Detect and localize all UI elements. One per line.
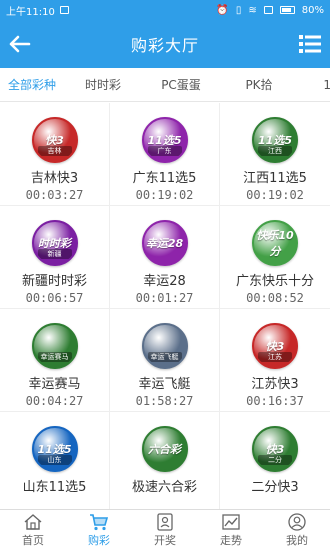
- lottery-item[interactable]: 幸运28 幸运28 00:01:27: [110, 206, 220, 309]
- lottery-name: 广东11选5: [132, 171, 197, 186]
- nav-home[interactable]: 首页: [0, 510, 66, 550]
- lottery-logo-region: 二分: [258, 455, 292, 465]
- lottery-logo-icon: 快3 二分: [252, 426, 298, 472]
- back-arrow-icon: [9, 35, 31, 53]
- lottery-name: 江苏快3: [251, 377, 299, 392]
- lottery-countdown: 00:06:57: [25, 291, 84, 305]
- lottery-logo-icon: 11选5 广东: [141, 117, 188, 163]
- lottery-item[interactable]: 幸运赛马 幸运赛马 00:04:27: [0, 309, 110, 412]
- tab-pc-dandan[interactable]: PC蛋蛋: [142, 68, 220, 101]
- lottery-logo-icon: 11选5 江西: [252, 117, 298, 163]
- lottery-logo-icon: 幸运28: [141, 220, 188, 266]
- lottery-logo-icon: 快3 江苏: [252, 323, 298, 369]
- lottery-item[interactable]: 时时彩 新疆新疆时时彩 00:06:57: [0, 206, 110, 309]
- notification-icon: [59, 6, 69, 14]
- nav-buy[interactable]: 购彩: [66, 510, 132, 550]
- cart-icon: [90, 513, 109, 530]
- tab-all[interactable]: 全部彩种: [0, 68, 64, 101]
- lottery-name: 新疆时时彩: [21, 274, 87, 289]
- lottery-logo-region: 江苏: [258, 352, 292, 362]
- lottery-logo-text: 幸运28: [145, 237, 184, 250]
- lottery-name: 江西11选5: [243, 171, 307, 186]
- menu-button[interactable]: [290, 20, 330, 68]
- wifi-icon: ≋: [248, 4, 257, 16]
- lottery-countdown: 00:03:27: [25, 188, 84, 202]
- lottery-logo-icon: 六合彩: [141, 426, 188, 472]
- vibrate-icon: ▯: [235, 4, 242, 16]
- lottery-item[interactable]: 幸运飞艇 幸运飞艇 01:58:27: [110, 309, 220, 412]
- lottery-countdown: 00:19:02: [246, 188, 304, 202]
- lottery-logo-region: 江西: [258, 146, 292, 156]
- lottery-name: 二分快3: [251, 480, 299, 495]
- lottery-logo-text: 六合彩: [148, 443, 181, 456]
- result-icon: [157, 512, 173, 531]
- battery-level: 80%: [301, 4, 324, 16]
- lottery-countdown: 00:16:37: [246, 394, 304, 408]
- lottery-item[interactable]: 快3 江苏江苏快3 00:16:37: [220, 309, 330, 412]
- lottery-logo-region: 幸运飞艇: [147, 352, 182, 362]
- lottery-item[interactable]: 11选5 山东山东11选5: [0, 412, 110, 509]
- nav-trend[interactable]: 走势: [198, 510, 264, 550]
- lottery-item[interactable]: 快乐10分广东快乐十分 00:08:52: [220, 206, 330, 309]
- lottery-item[interactable]: 11选5 江西江西11选5 00:19:02: [220, 103, 330, 206]
- nav-home-label: 首页: [22, 533, 44, 547]
- lottery-name: 幸运28: [143, 274, 186, 289]
- user-icon: [288, 512, 306, 531]
- lottery-item[interactable]: 快3 二分二分快3: [220, 412, 330, 509]
- lottery-grid: 快3 吉林 吉林快3 00:03:27 11选5 广东 广东11选5 00:19:02 11选5…: [0, 103, 330, 509]
- lottery-name: 极速六合彩: [131, 480, 197, 495]
- lottery-item[interactable]: 11选5 广东广东11选5 00:19:02: [110, 103, 220, 206]
- trend-icon: [222, 513, 240, 530]
- lottery-logo-icon: 快3 吉林: [31, 117, 78, 163]
- lottery-logo-icon: 快乐10分: [252, 220, 298, 266]
- nav-results[interactable]: 开奖: [132, 510, 198, 550]
- nav-results-label: 开奖: [154, 533, 176, 547]
- nav-mine-label: 我的: [286, 533, 308, 547]
- app-header: 购彩大厅: [0, 20, 330, 68]
- alarm-icon: ⏰: [216, 4, 229, 16]
- lottery-countdown: 00:08:52: [246, 291, 304, 305]
- lottery-logo-region: 广东: [147, 146, 182, 156]
- status-time: 上午11:10: [6, 6, 55, 18]
- lottery-name: 幸运飞艇: [138, 377, 191, 392]
- lottery-countdown: 00:19:02: [135, 188, 194, 202]
- lottery-name: 幸运赛马: [28, 377, 81, 392]
- lottery-countdown: 01:58:27: [135, 394, 194, 408]
- lottery-logo-region: 新疆: [37, 249, 72, 259]
- lottery-logo-icon: 11选5 山东: [31, 426, 78, 472]
- lottery-name: 山东11选5: [22, 480, 87, 495]
- lottery-name: 吉林快3: [30, 171, 79, 186]
- lottery-logo-icon: 幸运赛马: [31, 323, 78, 369]
- tab-11x5[interactable]: 11选: [298, 68, 330, 101]
- nav-mine[interactable]: 我的: [264, 510, 330, 550]
- lottery-logo-region: 吉林: [37, 146, 72, 156]
- battery-icon: [279, 6, 295, 14]
- lottery-logo-text: 快乐10分: [256, 229, 294, 258]
- status-bar: 上午11:10 ⏰ ▯ ≋ 80%: [0, 0, 330, 20]
- back-button[interactable]: [0, 20, 40, 68]
- lottery-logo-icon: 时时彩 新疆: [31, 220, 78, 266]
- sim-icon: [263, 6, 273, 14]
- lottery-name: 广东快乐十分: [235, 274, 314, 289]
- bottom-nav: 首页 购彩 开奖 走势 我的: [0, 509, 330, 550]
- nav-buy-label: 购彩: [88, 533, 110, 547]
- tab-shishicai[interactable]: 时时彩: [64, 68, 142, 101]
- lottery-item[interactable]: 快3 吉林吉林快3 00:03:27: [0, 103, 110, 206]
- lottery-logo-icon: 幸运飞艇: [141, 323, 188, 369]
- tab-pk10[interactable]: PK拾: [220, 68, 298, 101]
- nav-trend-label: 走势: [220, 533, 242, 547]
- lottery-countdown: 00:01:27: [135, 291, 194, 305]
- list-menu-icon: [299, 35, 321, 53]
- lottery-logo-region: 山东: [37, 455, 72, 465]
- lottery-logo-region: 幸运赛马: [37, 352, 72, 362]
- lottery-countdown: 00:04:27: [25, 394, 84, 408]
- category-tabs: 全部彩种 时时彩 PC蛋蛋 PK拾 11选: [0, 68, 330, 102]
- page-title: 购彩大厅: [130, 36, 199, 55]
- lottery-item[interactable]: 六合彩 极速六合彩: [110, 412, 220, 509]
- home-icon: [24, 513, 42, 530]
